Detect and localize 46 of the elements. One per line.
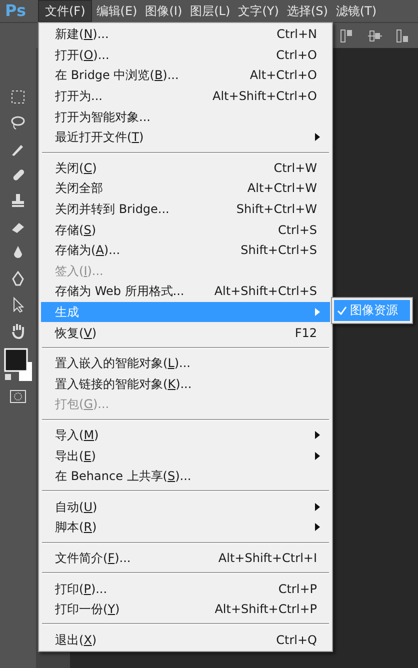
hand-icon[interactable] xyxy=(9,322,27,340)
menu-item[interactable]: 关闭并转到 Bridge... Shift+Ctrl+W xyxy=(41,198,330,220)
menu-item[interactable]: 置入嵌入的智能对象(L)... xyxy=(41,352,330,374)
submenu-arrow-icon xyxy=(315,523,320,532)
menu-bar-item[interactable]: 图像(I) xyxy=(141,0,186,22)
menu-item[interactable]: 关闭全部 Alt+Ctrl+W xyxy=(41,178,330,199)
menu-item[interactable]: 置入链接的智能对象(K)... xyxy=(41,374,330,394)
menu-item[interactable]: 打开(O)... Ctrl+O xyxy=(41,44,330,66)
submenu-arrow-icon xyxy=(315,502,320,511)
menu-item[interactable]: 在 Bridge 中浏览(B)... Alt+Ctrl+O xyxy=(41,65,330,86)
color-swatches-icon[interactable] xyxy=(3,348,33,382)
menu-bar-item[interactable]: 图层(L) xyxy=(186,0,234,22)
menu-item[interactable]: 打开为... Alt+Shift+Ctrl+O xyxy=(41,86,330,106)
align-bottom-icon[interactable] xyxy=(396,28,410,42)
menu-item[interactable]: 自动(U) xyxy=(41,496,330,518)
menu-item[interactable]: 打开为智能对象... xyxy=(41,106,330,127)
quick-mask-icon[interactable] xyxy=(10,390,26,403)
menu-item[interactable]: 打印(P)... Ctrl+P xyxy=(41,578,330,599)
menu-item[interactable]: 脚本(R) xyxy=(41,517,330,538)
menu-bar-item[interactable]: 文件(F) xyxy=(38,0,92,22)
lasso-icon[interactable] xyxy=(9,114,27,132)
menu-item[interactable]: 存储为(A)... Shift+Ctrl+S xyxy=(41,240,330,261)
stamp-icon[interactable] xyxy=(9,192,27,210)
menu-bar-item[interactable]: 编辑(E) xyxy=(92,0,142,22)
menu-item[interactable]: 在 Behance 上共享(S)... xyxy=(41,466,330,486)
submenu-arrow-icon xyxy=(315,430,320,439)
submenu-arrow-icon xyxy=(315,452,320,460)
menu-bar-item[interactable]: 滤镜(T) xyxy=(332,0,381,22)
menu-item[interactable]: 最近打开文件(T) xyxy=(41,126,330,148)
menu-item[interactable]: 导出(E) xyxy=(41,445,330,466)
marquee-icon[interactable] xyxy=(9,88,27,106)
app-logo: Ps xyxy=(4,0,27,22)
menu-item[interactable]: 恢复(V) F12 xyxy=(41,322,330,343)
menu-bar-item[interactable]: 文字(Y) xyxy=(234,0,283,22)
menu-item[interactable]: 新建(N)... Ctrl+N xyxy=(41,24,330,45)
align-middle-icon[interactable] xyxy=(368,28,382,42)
submenu-arrow-icon xyxy=(315,133,320,142)
menu-item[interactable]: 退出(X) Ctrl+Q xyxy=(41,629,330,650)
submenu-arrow-icon xyxy=(315,308,320,316)
menu-item[interactable]: 打印一份(Y) Alt+Shift+Ctrl+P xyxy=(41,598,330,620)
align-top-icon[interactable] xyxy=(340,28,354,42)
menu-item[interactable]: 文件简介(F)... Alt+Shift+Ctrl+I xyxy=(41,548,330,568)
menu-item[interactable]: 导入(M) xyxy=(41,424,330,446)
menu-bar-item[interactable]: 选择(S) xyxy=(282,0,332,22)
menu-item[interactable]: 存储(S) Ctrl+S xyxy=(41,219,330,240)
menu-item[interactable]: 关闭(C) Ctrl+W xyxy=(41,158,330,178)
